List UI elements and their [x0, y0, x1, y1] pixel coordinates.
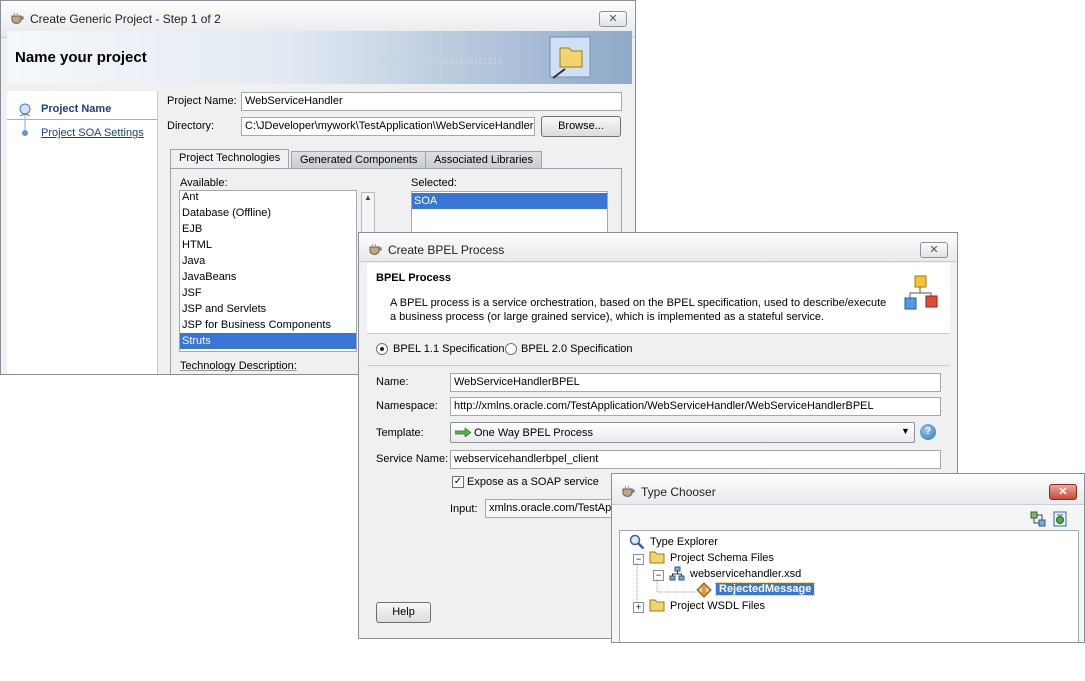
scroll-up-icon[interactable]: ▲: [364, 193, 372, 202]
green-arrow-icon: [455, 428, 471, 437]
chevron-down-icon[interactable]: ▼: [901, 426, 910, 436]
directory-field[interactable]: C:\JDeveloper\mywork\TestApplication\Web…: [241, 117, 535, 136]
bpel-name-label: Name:: [376, 376, 409, 388]
bpel-header-panel: BPEL Process A BPEL process is a service…: [367, 263, 950, 334]
jdeveloper-cup-icon: [369, 243, 382, 255]
available-list[interactable]: Ant Database (Offline) EJB HTML Java Jav…: [179, 190, 357, 352]
list-item[interactable]: HTML: [180, 237, 356, 253]
service-name-field[interactable]: webservicehandlerbpel_client: [450, 450, 941, 469]
list-item[interactable]: Java: [180, 253, 356, 269]
type-tree-panel[interactable]: Type Explorer − Project Schema Files − w…: [619, 530, 1079, 642]
type-chooser-title: Type Chooser: [641, 485, 716, 499]
input-type-field[interactable]: xmlns.oracle.com/TestApplication/WebServ…: [485, 499, 625, 518]
namespace-field[interactable]: http://xmlns.oracle.com/TestApplication/…: [450, 397, 941, 416]
expose-soap-label[interactable]: Expose as a SOAP service: [467, 476, 599, 488]
list-item[interactable]: JSF: [180, 285, 356, 301]
bpel-11-label[interactable]: BPEL 1.1 Specification: [393, 343, 505, 355]
project-name-label: Project Name:: [167, 95, 237, 107]
tree-guide-lines: [636, 563, 695, 603]
selected-list[interactable]: SOA: [411, 191, 608, 236]
browse-button[interactable]: Browse...: [541, 116, 621, 137]
step-current-icon: [19, 103, 31, 136]
list-item[interactable]: JSP and Servlets: [180, 301, 356, 317]
bpel-20-label[interactable]: BPEL 2.0 Specification: [521, 343, 633, 355]
template-value: One Way BPEL Process: [474, 427, 594, 439]
folder-wizard-icon: [549, 36, 591, 79]
selected-label: Selected:: [411, 177, 457, 189]
directory-label: Directory:: [167, 120, 215, 132]
tree-element-selected[interactable]: RejectedMessage: [714, 582, 816, 596]
bpel-dialog-title: Create BPEL Process: [388, 243, 505, 257]
bpel-process-icon: [904, 275, 938, 310]
project-header-banner: Name your project 0101010101010101010101…: [7, 31, 632, 84]
project-header-title: Name your project: [15, 49, 147, 66]
help-circle-icon[interactable]: ?: [920, 424, 936, 440]
step-project-name[interactable]: Project Name: [41, 103, 111, 115]
import-schema-icon[interactable]: [1030, 511, 1046, 527]
bpel-name-field[interactable]: WebServiceHandlerBPEL: [450, 373, 941, 392]
type-chooser-titlebar: Type Chooser ✕: [612, 474, 1084, 505]
radio-dot: [380, 347, 384, 351]
type-chooser-dialog: Type Chooser ✕ Type Explorer − Project S…: [611, 473, 1085, 643]
binary-watermark: 0101010101010101010101010: [382, 57, 503, 66]
tab-project-technologies[interactable]: Project Technologies: [170, 149, 290, 169]
bpel-description: A BPEL process is a service orchestratio…: [390, 297, 887, 323]
project-name-field[interactable]: WebServiceHandler: [241, 92, 622, 111]
input-label: Input:: [450, 503, 478, 515]
project-window-close-button[interactable]: ✕: [599, 11, 627, 27]
list-item-selected[interactable]: SOA: [412, 193, 607, 209]
tab-generated-components[interactable]: Generated Components: [291, 151, 427, 169]
list-item[interactable]: JSP for Business Components: [180, 317, 356, 333]
bpel-dialog-titlebar: Create BPEL Process ✕: [359, 233, 957, 262]
spec-divider: [367, 365, 950, 366]
list-item[interactable]: Database (Offline): [180, 205, 356, 221]
technology-description-label: Technology Description:: [180, 360, 297, 372]
help-button[interactable]: Help: [376, 602, 431, 623]
expose-soap-checkbox[interactable]: ✓: [452, 476, 464, 488]
import-wsdl-icon[interactable]: [1052, 511, 1068, 527]
step-project-soa-settings[interactable]: Project SOA Settings: [41, 127, 144, 139]
type-chooser-close-button[interactable]: ✕: [1049, 484, 1077, 500]
service-name-label: Service Name:: [376, 453, 449, 465]
list-item-selected[interactable]: Struts: [180, 333, 356, 349]
step-selection-underline: [7, 119, 157, 120]
list-item[interactable]: EJB: [180, 221, 356, 237]
description-divider: [179, 374, 357, 375]
list-item[interactable]: JavaBeans: [180, 269, 356, 285]
template-label: Template:: [376, 427, 424, 439]
bpel-dialog-close-button[interactable]: ✕: [920, 242, 948, 258]
project-window-title: Create Generic Project - Step 1 of 2: [30, 12, 221, 26]
jdeveloper-cup-icon: [11, 12, 24, 24]
list-item[interactable]: Ant: [180, 191, 356, 205]
jdeveloper-cup-icon: [622, 485, 635, 497]
bpel-20-radio[interactable]: [505, 343, 517, 355]
tab-associated-libraries[interactable]: Associated Libraries: [425, 151, 543, 169]
bpel-header-title: BPEL Process: [376, 272, 452, 284]
available-label: Available:: [180, 177, 228, 189]
wizard-steps-panel: Project Name Project SOA Settings: [7, 91, 158, 374]
template-dropdown[interactable]: One Way BPEL Process ▼: [450, 422, 915, 443]
bpel-11-radio[interactable]: [376, 343, 388, 355]
namespace-label: Namespace:: [376, 400, 438, 412]
